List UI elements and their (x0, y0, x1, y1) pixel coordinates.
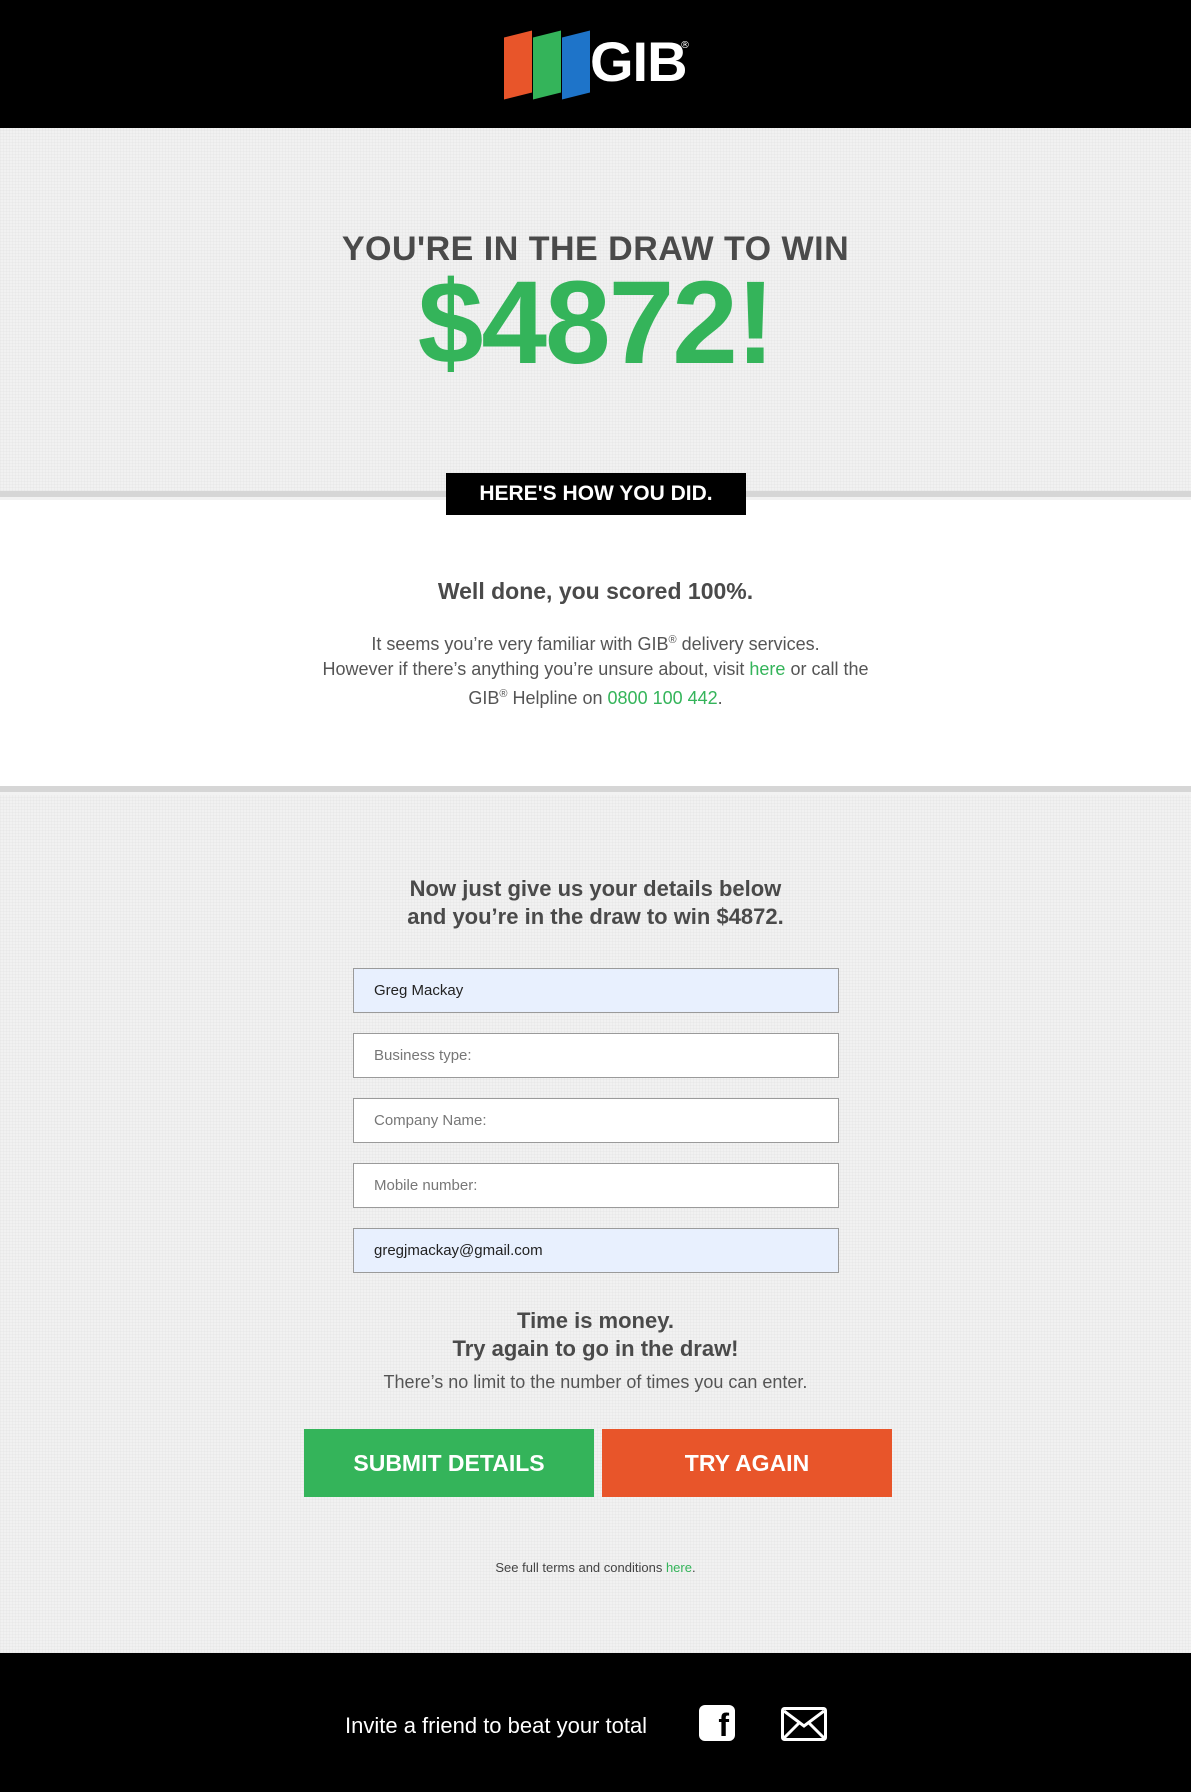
logo-orange-bar (504, 30, 532, 100)
logo-green-bar (533, 30, 561, 100)
terms-note: See full terms and conditions here. (0, 1560, 1191, 1575)
results-message: It seems you’re very familiar with GIB® … (300, 628, 891, 711)
results-text-6: Helpline on (507, 688, 608, 708)
how-you-did-banner: HERE'S HOW YOU DID. (446, 473, 746, 515)
hero-section: YOU'RE IN THE DRAW TO WIN $4872! (0, 128, 1191, 494)
score-heading: Well done, you scored 100%. (437, 578, 754, 604)
results-text-4: or call the (785, 659, 869, 679)
business-type-input[interactable] (353, 1033, 839, 1078)
terms-period: . (691, 1560, 696, 1575)
results-section: Well done, you scored 100%. It seems you… (0, 500, 1191, 786)
submit-details-button[interactable]: SUBMIT DETAILS (304, 1429, 594, 1497)
help-link[interactable]: here (749, 659, 785, 679)
details-form-section: Now just give us your details below and … (0, 795, 1191, 1653)
form-intro-line-1: Now just give us your details below (409, 876, 782, 901)
helpline-phone-link[interactable]: 0800 100 442 (608, 688, 718, 708)
results-text-5: GIB (468, 688, 500, 708)
time-line-1: Time is money. (517, 1308, 674, 1333)
gib-logo[interactable]: GIB ® (504, 30, 694, 100)
results-text-3: However if there’s anything you’re unsur… (322, 659, 750, 679)
company-name-input[interactable] (353, 1098, 839, 1143)
registered-mark: ® (668, 634, 677, 646)
terms-link[interactable]: here (666, 1560, 692, 1575)
divider-bottom (0, 786, 1191, 792)
site-header: GIB ® (0, 0, 1191, 128)
name-input[interactable] (353, 968, 839, 1013)
facebook-icon[interactable]: f (699, 1705, 735, 1743)
results-text-2: delivery services. (676, 634, 820, 654)
logo-registered-mark: ® (680, 40, 690, 51)
logo-blue-bar (562, 30, 590, 100)
entry-limit-note: There’s no limit to the number of times … (383, 1372, 808, 1392)
mobile-number-input[interactable] (353, 1163, 839, 1208)
invite-friend-text: Invite a friend to beat your total (345, 1713, 648, 1738)
time-line-2: Try again to go in the draw! (452, 1336, 739, 1361)
try-again-button[interactable]: TRY AGAIN (602, 1429, 892, 1497)
mail-icon[interactable] (781, 1707, 827, 1741)
form-intro-line-2: and you’re in the draw to win $4872. (407, 904, 784, 929)
time-is-money-heading: Time is money. Try again to go in the dr… (0, 1307, 1191, 1363)
email-input[interactable] (353, 1228, 839, 1273)
logo-wordmark: GIB (590, 30, 688, 93)
terms-text: See full terms and conditions (495, 1560, 666, 1575)
results-period: . (717, 688, 723, 708)
site-footer: Invite a friend to beat your total f (0, 1653, 1191, 1792)
results-text-1: It seems you’re very familiar with GIB (371, 634, 669, 654)
form-intro: Now just give us your details below and … (0, 875, 1191, 931)
prize-amount: $4872! (417, 257, 775, 389)
